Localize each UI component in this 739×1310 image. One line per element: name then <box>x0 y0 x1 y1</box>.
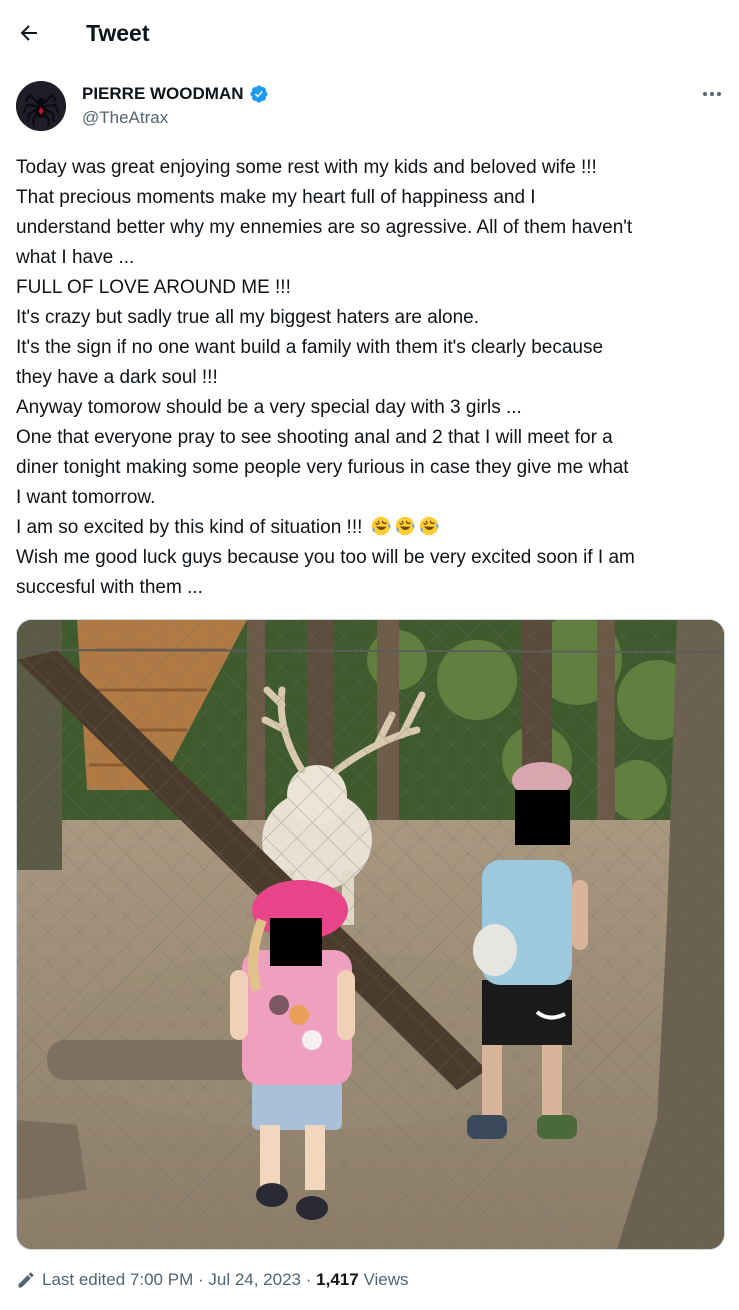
author-name[interactable]: PIERRE WOODMAN <box>82 84 244 104</box>
arrow-left-icon <box>20 25 37 41</box>
tweet-line: That precious moments make my heart full… <box>16 187 536 208</box>
tweet-time[interactable]: 7:00 PM <box>130 1268 193 1292</box>
tweet-line: FULL OF LOVE AROUND ME !!! <box>16 277 291 298</box>
rolling-on-the-floor-laughing-icon <box>371 516 391 536</box>
verified-badge-icon[interactable] <box>249 84 269 104</box>
tweet-meta: Last edited 7:00 PM · Jul 24, 2023 · 1,4… <box>16 1268 408 1292</box>
tweet-line: One that everyone pray to see shooting a… <box>16 427 613 448</box>
pencil-icon[interactable] <box>16 1270 36 1290</box>
separator: · <box>197 1270 204 1289</box>
tweet-line: It's the sign if no one want build a fam… <box>16 337 604 358</box>
tweet-line-text: I am so excited by this kind of situatio… <box>16 517 363 538</box>
tweet-line: Today was great enjoying some rest with … <box>16 157 597 178</box>
tweet-line: understand better why my ennemies are so… <box>16 217 633 238</box>
author-name-row: PIERRE WOODMAN <box>82 84 269 104</box>
rolling-on-the-floor-laughing-icon <box>395 516 415 536</box>
spider-icon <box>16 81 66 131</box>
tweet-line: Anyway tomorow should be a very special … <box>16 397 522 418</box>
rolling-on-the-floor-laughing-icon <box>419 516 439 536</box>
views-count: 1,417 <box>316 1270 359 1289</box>
edited-label[interactable]: Last edited <box>42 1268 125 1292</box>
tweet-date[interactable]: Jul 24, 2023 <box>208 1268 301 1292</box>
tweet-line-with-emoji: I am so excited by this kind of situatio… <box>16 513 728 543</box>
more-options-button[interactable] <box>698 82 726 106</box>
avatar[interactable] <box>16 81 66 131</box>
tweet-photo[interactable] <box>16 619 725 1250</box>
photo-image <box>17 620 724 1249</box>
tweet-line: what I have ... <box>16 247 135 268</box>
tweet-line: diner tonight making some people very fu… <box>16 457 629 478</box>
tweet-line: I want tomorrow. <box>16 487 156 508</box>
tweet-text: Today was great enjoying some rest with … <box>16 153 728 603</box>
back-button[interactable] <box>14 18 44 48</box>
author-handle[interactable]: @TheAtrax <box>82 108 168 128</box>
tweet-line: Wish me good luck guys because you too w… <box>16 547 635 568</box>
separator: · <box>305 1270 312 1289</box>
page-title: Tweet <box>86 20 150 46</box>
tweet-line: succesful with them ... <box>16 577 203 598</box>
top-bar: Tweet <box>0 0 739 66</box>
more-horizontal-icon <box>703 92 721 96</box>
tweet-line: It's crazy but sadly true all my biggest… <box>16 307 480 328</box>
views-label: Views <box>363 1270 409 1289</box>
tweet-line: they have a dark soul !!! <box>16 367 218 388</box>
